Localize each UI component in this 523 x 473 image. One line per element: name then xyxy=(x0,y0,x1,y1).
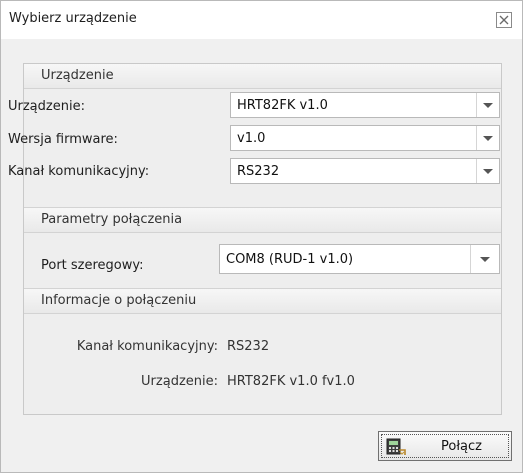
connect-device-icon xyxy=(386,438,406,455)
channel-label: Kanał komunikacyjny: xyxy=(8,164,150,179)
info-device-value: HRT82FK v1.0 fv1.0 xyxy=(227,374,355,389)
connect-button-label: Połącz xyxy=(441,439,482,454)
firmware-dropdown-button[interactable] xyxy=(476,126,499,150)
channel-dropdown-button[interactable] xyxy=(476,159,499,183)
port-dropdown-button[interactable] xyxy=(470,245,499,273)
info-device-label: Urządzenie: xyxy=(141,374,218,389)
connection-section-title: Parametry połączenia xyxy=(41,212,183,227)
chevron-down-icon xyxy=(483,136,493,141)
info-section-title: Informacje o połączeniu xyxy=(41,293,197,308)
channel-select[interactable]: RS232 xyxy=(230,158,500,184)
window-title: Wybierz urządzenie xyxy=(9,11,137,26)
port-label: Port szeregowy: xyxy=(41,258,144,273)
device-select[interactable]: HRT82FK v1.0 xyxy=(230,92,500,118)
connect-button[interactable]: Połącz xyxy=(378,431,512,461)
device-select-value: HRT82FK v1.0 xyxy=(237,98,328,113)
device-dropdown-button[interactable] xyxy=(476,93,499,117)
port-select[interactable]: COM8 (RUD-1 v1.0) xyxy=(219,244,500,274)
firmware-select-value: v1.0 xyxy=(237,131,266,146)
info-channel-value: RS232 xyxy=(227,339,270,354)
firmware-label: Wersja firmware: xyxy=(8,132,118,147)
device-section-title: Urządzenie xyxy=(41,68,114,83)
dialog-window: Wybierz urządzenie Urządzenie Urządzenie… xyxy=(0,0,523,473)
info-channel-label: Kanał komunikacyjny: xyxy=(76,339,218,354)
content-panel: Urządzenie Urządzenie: HRT82FK v1.0 Wers… xyxy=(8,63,502,415)
port-select-value: COM8 (RUD-1 v1.0) xyxy=(226,252,354,267)
device-section-header: Urządzenie xyxy=(24,64,501,89)
device-label: Urządzenie: xyxy=(8,99,85,114)
chevron-down-icon xyxy=(483,103,493,108)
firmware-select[interactable]: v1.0 xyxy=(230,125,500,151)
close-icon[interactable] xyxy=(495,11,513,29)
info-section-header: Informacje o połączeniu xyxy=(24,288,501,314)
chevron-down-icon xyxy=(483,169,493,174)
chevron-down-icon xyxy=(480,257,490,262)
connection-section-header: Parametry połączenia xyxy=(24,207,501,233)
channel-select-value: RS232 xyxy=(237,164,280,179)
title-bar: Wybierz urządzenie xyxy=(1,1,522,39)
